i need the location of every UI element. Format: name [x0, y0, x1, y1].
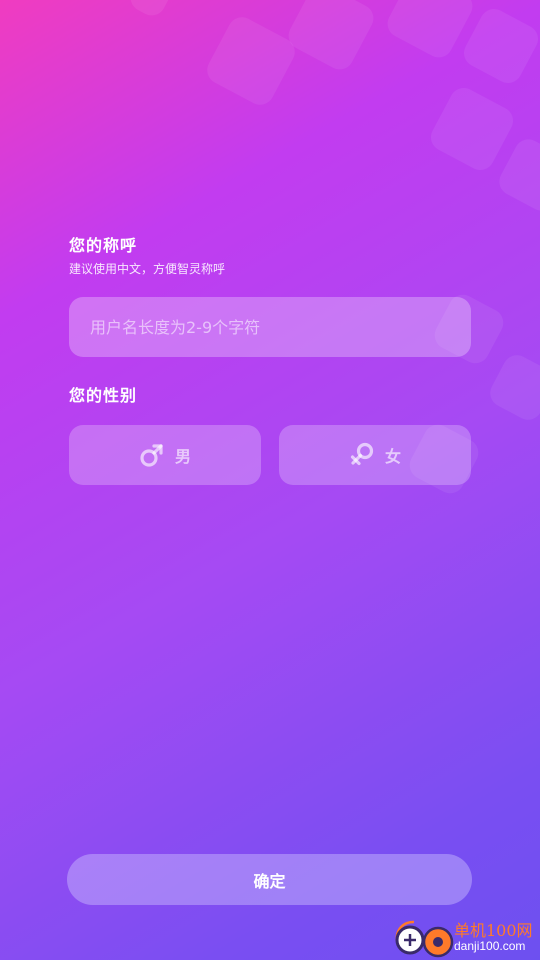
watermark-logo — [392, 916, 454, 960]
gender-male-label: 男 — [174, 447, 191, 466]
nickname-input[interactable] — [90, 317, 471, 337]
background-decoration — [283, 0, 379, 75]
nickname-input-container — [69, 297, 471, 357]
gender-title: 您的性别 — [69, 386, 138, 405]
nickname-hint: 建议使用中文，方便智灵称呼 — [69, 262, 226, 276]
background-decoration — [426, 83, 518, 175]
background-decoration — [494, 134, 540, 216]
male-icon — [139, 442, 165, 468]
nickname-title: 您的称呼 — [69, 236, 138, 255]
background-decoration — [202, 12, 300, 110]
female-icon — [349, 442, 375, 468]
watermark-domain: danji100.com — [454, 939, 526, 954]
site-watermark: 单机100网 danji100.com — [392, 916, 540, 960]
gender-female-button[interactable]: 女 — [279, 425, 471, 485]
background-decoration — [459, 4, 540, 88]
watermark-name: 单机100网 — [454, 921, 533, 941]
gender-female-label: 女 — [384, 447, 401, 466]
gender-male-button[interactable]: 男 — [69, 425, 261, 485]
background-decoration — [125, 0, 175, 21]
background-decoration — [485, 350, 540, 425]
confirm-button[interactable]: 确定 — [67, 854, 472, 905]
